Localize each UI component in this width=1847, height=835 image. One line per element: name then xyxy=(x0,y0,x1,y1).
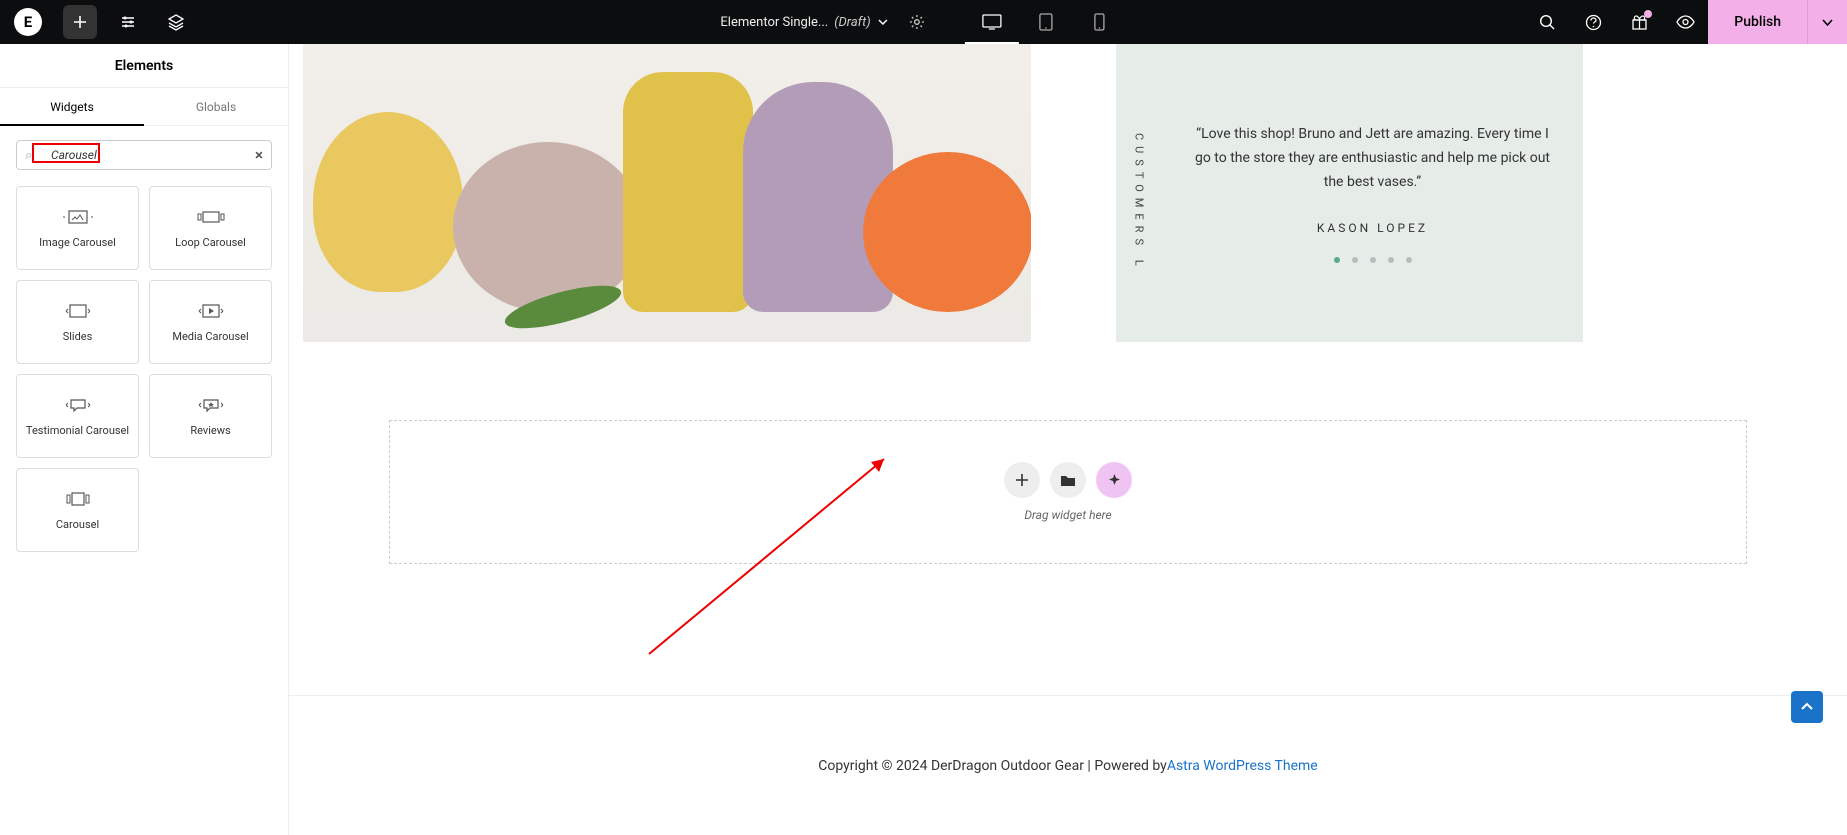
widget-testimonial-carousel[interactable]: Testimonial Carousel xyxy=(16,374,139,458)
help-icon xyxy=(1585,14,1602,31)
add-section-button[interactable] xyxy=(1004,462,1040,498)
tab-globals[interactable]: Globals xyxy=(144,88,288,125)
tablet-icon xyxy=(1039,13,1053,31)
site-settings-button[interactable] xyxy=(104,0,152,44)
testimonial-quote: “Love this shop! Bruno and Jett are amaz… xyxy=(1190,123,1555,194)
testimonial-carousel-icon xyxy=(63,396,93,414)
testimonial-author: KASON LOPEZ xyxy=(1190,221,1555,235)
sliders-icon xyxy=(119,13,137,31)
testimonial-side-label: CUSTOMERS L xyxy=(1116,115,1162,272)
side-text: CUSTOMERS L xyxy=(1133,133,1146,272)
dot-4[interactable] xyxy=(1388,257,1394,263)
help-button[interactable] xyxy=(1570,0,1616,44)
widget-label: Carousel xyxy=(56,518,99,531)
loop-carousel-icon xyxy=(196,208,226,226)
add-element-button[interactable] xyxy=(63,5,97,39)
editor-canvas[interactable]: ‹ CUSTOMERS L “Love this shop! Bruno and… xyxy=(289,44,1847,835)
search-icon: ⌕ xyxy=(25,148,32,163)
whats-new-button[interactable] xyxy=(1616,0,1662,44)
widget-loop-carousel[interactable]: Loop Carousel xyxy=(149,186,272,270)
gear-icon xyxy=(909,14,925,30)
page-title-wrap[interactable]: Elementor Single... (Draft) xyxy=(720,15,888,30)
folder-icon xyxy=(1060,473,1076,487)
dropzone-label: Drag widget here xyxy=(1024,508,1111,522)
widget-carousel[interactable]: Carousel xyxy=(16,468,139,552)
slides-icon xyxy=(63,302,93,320)
search-input[interactable] xyxy=(16,140,272,170)
page-footer: Copyright © 2024 DerDragon Outdoor Gear … xyxy=(289,695,1847,835)
logo-letter: E xyxy=(14,8,42,36)
widget-image-carousel[interactable]: Image Carousel xyxy=(16,186,139,270)
plus-icon xyxy=(72,14,88,30)
page-settings-button[interactable] xyxy=(901,0,933,44)
publish-options-button[interactable] xyxy=(1807,0,1847,44)
clear-search-button[interactable]: × xyxy=(255,146,263,164)
widget-reviews[interactable]: Reviews xyxy=(149,374,272,458)
widget-label: Media Carousel xyxy=(172,330,248,343)
panel-tabs: Widgets Globals xyxy=(0,88,288,126)
footer-link[interactable]: Astra WordPress Theme xyxy=(1167,758,1318,774)
elements-panel: Elements Widgets Globals ⌕ × Image Carou… xyxy=(0,44,289,835)
topbar-right: Publish xyxy=(1524,0,1847,44)
carousel-icon xyxy=(63,490,93,508)
dot-5[interactable] xyxy=(1406,257,1412,263)
vase-orange xyxy=(863,152,1031,312)
widget-label: Image Carousel xyxy=(39,236,116,249)
ai-button[interactable] xyxy=(1096,462,1132,498)
mobile-icon xyxy=(1094,13,1105,31)
search-wrap: ⌕ × xyxy=(0,126,288,180)
chevron-down-icon xyxy=(877,16,889,28)
widget-label: Loop Carousel xyxy=(175,236,246,249)
hero-image xyxy=(303,44,1031,342)
scroll-top-button[interactable] xyxy=(1791,691,1823,723)
panel-title: Elements xyxy=(0,44,288,88)
vase-mustard xyxy=(623,72,753,312)
gap xyxy=(1045,44,1101,342)
layers-icon xyxy=(167,13,185,31)
device-mobile[interactable] xyxy=(1073,0,1127,44)
notification-dot xyxy=(1644,10,1652,18)
sparkle-icon xyxy=(1107,473,1122,488)
publish-button[interactable]: Publish xyxy=(1708,0,1807,44)
testimonial-body: “Love this shop! Bruno and Jett are amaz… xyxy=(1162,105,1583,280)
page-title: Elementor Single... xyxy=(720,15,828,30)
testimonial-dots xyxy=(1190,257,1555,263)
tab-widgets[interactable]: Widgets xyxy=(0,88,144,125)
media-carousel-icon xyxy=(196,302,226,320)
eye-icon xyxy=(1676,15,1695,29)
dot-1[interactable] xyxy=(1334,257,1340,263)
finder-button[interactable] xyxy=(1524,0,1570,44)
drop-zone[interactable]: Drag widget here xyxy=(389,420,1747,564)
plus-icon xyxy=(1015,473,1029,487)
top-bar: E Elementor Single... (Draft) xyxy=(0,0,1847,44)
page-status: (Draft) xyxy=(834,15,870,30)
device-switcher xyxy=(965,0,1127,44)
widget-label: Testimonial Carousel xyxy=(26,424,129,437)
reviews-icon xyxy=(196,396,226,414)
topbar-left: E xyxy=(0,0,200,44)
device-tablet[interactable] xyxy=(1019,0,1073,44)
dot-3[interactable] xyxy=(1370,257,1376,263)
dot-2[interactable] xyxy=(1352,257,1358,263)
preview-button[interactable] xyxy=(1662,0,1708,44)
search-icon xyxy=(1539,14,1556,31)
image-carousel-icon xyxy=(63,208,93,226)
widget-media-carousel[interactable]: Media Carousel xyxy=(149,280,272,364)
widget-slides[interactable]: Slides xyxy=(16,280,139,364)
vase-yellow xyxy=(313,112,463,292)
dropzone-buttons xyxy=(1004,462,1132,498)
device-desktop[interactable] xyxy=(965,0,1019,44)
testimonial-block: CUSTOMERS L “Love this shop! Bruno and J… xyxy=(1116,44,1583,342)
topbar-center: Elementor Single... (Draft) xyxy=(720,0,1126,44)
chevron-up-icon xyxy=(1800,700,1814,714)
structure-button[interactable] xyxy=(152,0,200,44)
widgets-grid: Image Carousel Loop Carousel Slides Medi… xyxy=(0,180,288,558)
widget-label: Slides xyxy=(63,330,93,343)
widget-label: Reviews xyxy=(190,424,230,437)
chevron-down-icon xyxy=(1821,16,1834,29)
footer-text: Copyright © 2024 DerDragon Outdoor Gear … xyxy=(818,758,1167,774)
desktop-icon xyxy=(982,14,1002,30)
elementor-logo[interactable]: E xyxy=(0,0,56,44)
add-template-button[interactable] xyxy=(1050,462,1086,498)
